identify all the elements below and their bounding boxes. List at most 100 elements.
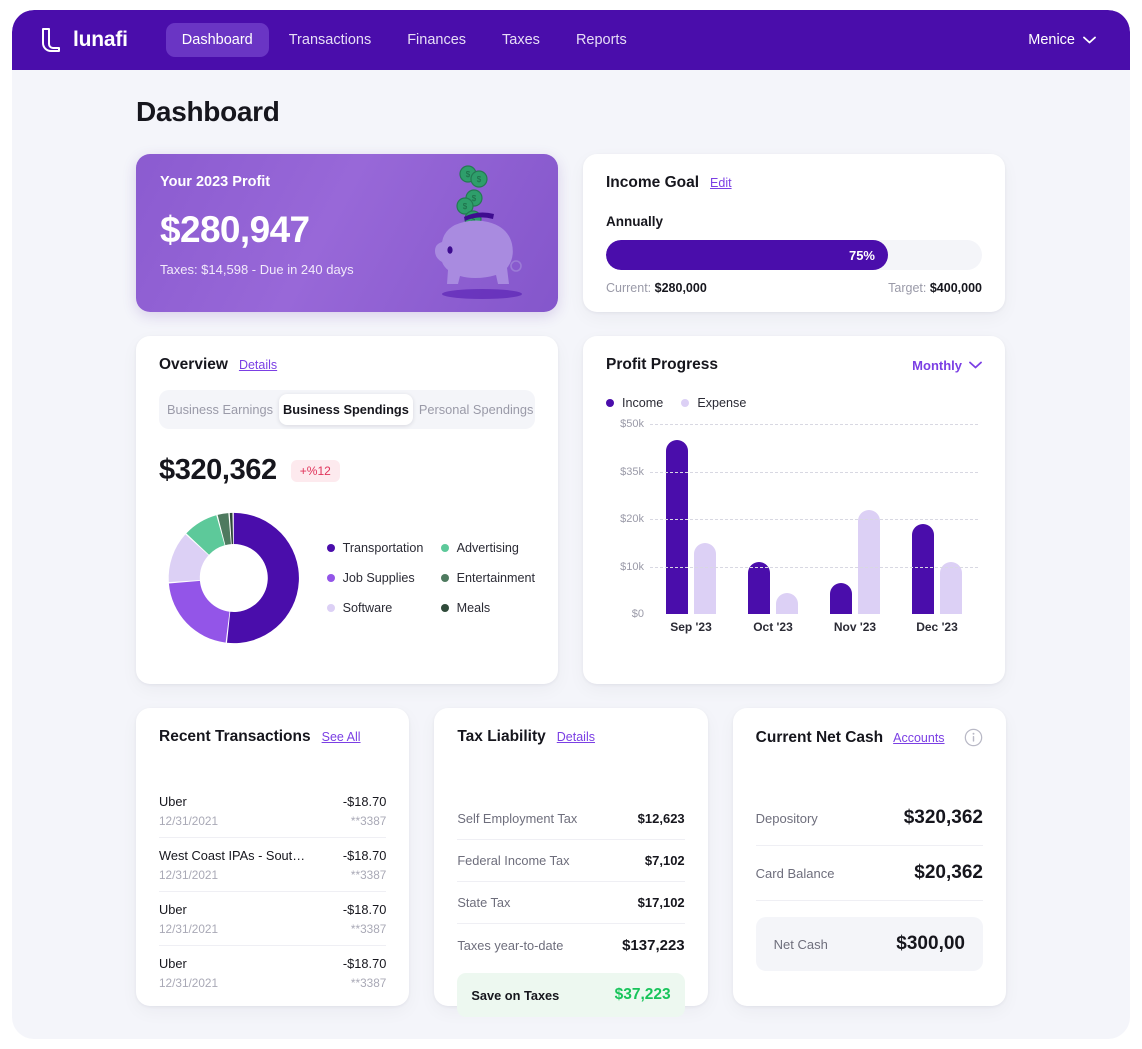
- x-tick-label: Oct '23: [753, 620, 793, 634]
- y-tick-label: $35k: [620, 465, 644, 478]
- overview-amount: $320,362: [159, 454, 277, 486]
- bar-expense: [694, 542, 716, 614]
- bar-income: [830, 583, 852, 614]
- net-cash-box: Net Cash $300,00: [755, 917, 983, 971]
- profit-progress-header: Profit Progress Monthly: [606, 356, 982, 374]
- cash-row-value: $320,362: [903, 807, 983, 828]
- income-goal-footer: Current: $280,000 Target: $400,000: [606, 281, 982, 295]
- profit-progress-period-label: Monthly: [912, 357, 962, 373]
- profit-progress-chart: $0 $10k $20k $35k $50k Sep '23 Oct '23 Nov '23…: [606, 418, 982, 649]
- user-menu-label: Menice: [1028, 32, 1075, 48]
- svg-text:$: $: [477, 175, 482, 184]
- income-goal-progress-track: 75%: [606, 240, 982, 270]
- save-on-taxes-label: Save on Taxes: [471, 987, 560, 1003]
- donut-slice: [168, 580, 230, 643]
- tax-row-value: $137,223: [622, 937, 685, 954]
- legend-label: Expense: [697, 396, 747, 410]
- transaction-date: 12/31/2021: [159, 868, 219, 882]
- overview-title: Overview: [159, 356, 228, 373]
- bar-income: [666, 439, 688, 614]
- x-tick-label: Dec '23: [916, 620, 958, 634]
- save-on-taxes-box: Save on Taxes $37,223: [457, 973, 685, 1017]
- transaction-account: **3387: [350, 868, 387, 882]
- profit-progress-period-select[interactable]: Monthly: [912, 358, 982, 373]
- transaction-row[interactable]: Uber -$18.70 12/31/2021 **3387: [159, 784, 387, 838]
- pp-legend-item-income: Income: [606, 396, 663, 410]
- transaction-amount: -$18.70: [342, 956, 387, 971]
- income-goal-edit-link[interactable]: Edit: [710, 176, 732, 190]
- overview-card: Overview Details Business Earnings Busin…: [136, 336, 558, 684]
- bottom-row: Recent Transactions See All Uber -$18.70 1…: [136, 708, 1006, 1017]
- cash-row-label: Depository: [755, 810, 818, 826]
- user-menu[interactable]: Menice: [1028, 32, 1106, 48]
- tab-personal-spendings[interactable]: Personal Spendings: [415, 394, 538, 425]
- y-tick-label: $50k: [620, 418, 644, 430]
- tax-row-value: $7,102: [644, 853, 685, 868]
- transaction-amount: -$18.70: [342, 848, 387, 863]
- top-row: Your 2023 Profit $280,947 Taxes: $14,598…: [136, 154, 1006, 312]
- gridline: [650, 566, 978, 568]
- tab-business-spendings[interactable]: Business Spendings: [279, 394, 413, 425]
- legend-dot-icon: [326, 544, 335, 552]
- tax-rows: Self Employment Tax $12,623 Federal Income…: [457, 798, 685, 967]
- tax-liability-details-link[interactable]: Details: [557, 730, 595, 744]
- overview-chart-wrap: Transportation Advertising Job Supplies Ent…: [159, 499, 535, 657]
- chevron-down-icon: [1083, 36, 1096, 44]
- nav-item-taxes[interactable]: Taxes: [486, 23, 556, 57]
- spendings-donut-chart: [168, 512, 299, 644]
- income-goal-header: Income Goal Edit: [606, 174, 982, 192]
- y-axis: $0 $10k $20k $35k $50k: [606, 418, 648, 620]
- income-goal-target: Target: $400,000: [888, 281, 982, 295]
- nav-item-reports[interactable]: Reports: [560, 23, 643, 57]
- overview-details-link[interactable]: Details: [239, 358, 277, 372]
- y-tick-label: $10k: [620, 560, 644, 573]
- nav-item-transactions[interactable]: Transactions: [273, 23, 387, 57]
- legend-dot-icon: [681, 399, 690, 407]
- brand-logo[interactable]: lunafi: [40, 27, 128, 53]
- cash-rows: Depository $320,362 Card Balance $20,362: [755, 791, 983, 901]
- tax-row-label: Federal Income Tax: [457, 853, 570, 868]
- svg-text:$: $: [463, 202, 468, 211]
- transaction-primary-line: Uber -$18.70: [159, 794, 386, 809]
- legend-label: Income: [622, 396, 664, 410]
- income-goal-period: Annually: [606, 214, 664, 229]
- tax-liability-title: Tax Liability: [457, 728, 546, 745]
- x-tick-label: Sep '23: [670, 620, 712, 634]
- x-tick-label: Nov '23: [833, 620, 877, 634]
- nav-item-finances[interactable]: Finances: [391, 23, 482, 57]
- profit-progress-card: Profit Progress Monthly Income Expense $0…: [583, 336, 1005, 684]
- legend-label: Transportation: [342, 541, 424, 555]
- transaction-name: Uber: [159, 794, 187, 809]
- profit-card: Your 2023 Profit $280,947 Taxes: $14,598…: [136, 154, 558, 312]
- income-goal-current: Current: $280,000: [606, 281, 707, 295]
- transaction-row[interactable]: Uber -$18.70 12/31/2021 **3387: [159, 892, 387, 946]
- transaction-primary-line: Uber -$18.70: [159, 956, 386, 971]
- legend-dot-icon: [606, 399, 614, 407]
- tax-row: Self Employment Tax $12,623: [457, 798, 685, 840]
- gridline: [650, 519, 978, 520]
- gridline: [650, 424, 978, 425]
- transaction-row[interactable]: West Coast IPAs - South... -$18.70 12/31/2…: [159, 838, 387, 892]
- current-net-cash-accounts-link[interactable]: Accounts: [893, 731, 944, 745]
- transaction-account: **3387: [350, 976, 387, 990]
- transaction-primary-line: West Coast IPAs - South... -$18.70: [159, 848, 386, 863]
- current-net-cash-header: Current Net Cash Accounts: [756, 728, 983, 747]
- svg-text:$: $: [472, 194, 477, 203]
- plot-area: [650, 424, 978, 614]
- info-icon[interactable]: [964, 728, 983, 747]
- transaction-name: Uber: [159, 956, 187, 971]
- page-content: Dashboard Your 2023 Profit $280,947 Taxe…: [12, 70, 1130, 1017]
- transaction-row[interactable]: Uber -$18.70 12/31/2021 **3387: [159, 946, 386, 999]
- transaction-name: West Coast IPAs - South...: [159, 848, 309, 863]
- income-goal-progress-fill: 75%: [606, 240, 888, 270]
- legend-item-meals: Meals: [440, 601, 535, 615]
- recent-transactions-header: Recent Transactions See All: [159, 728, 386, 746]
- tab-business-earnings[interactable]: Business Earnings: [163, 394, 277, 425]
- piggy-bank-icon: $$ $$ $$: [435, 165, 522, 299]
- cash-row: Depository $320,362: [755, 791, 983, 846]
- donut-legend: Transportation Advertising Job Supplies Ent…: [326, 541, 535, 615]
- legend-label: Software: [342, 601, 393, 615]
- recent-transactions-see-all-link[interactable]: See All: [322, 730, 361, 744]
- tax-row-label: State Tax: [457, 895, 511, 910]
- nav-item-dashboard[interactable]: Dashboard: [165, 23, 269, 57]
